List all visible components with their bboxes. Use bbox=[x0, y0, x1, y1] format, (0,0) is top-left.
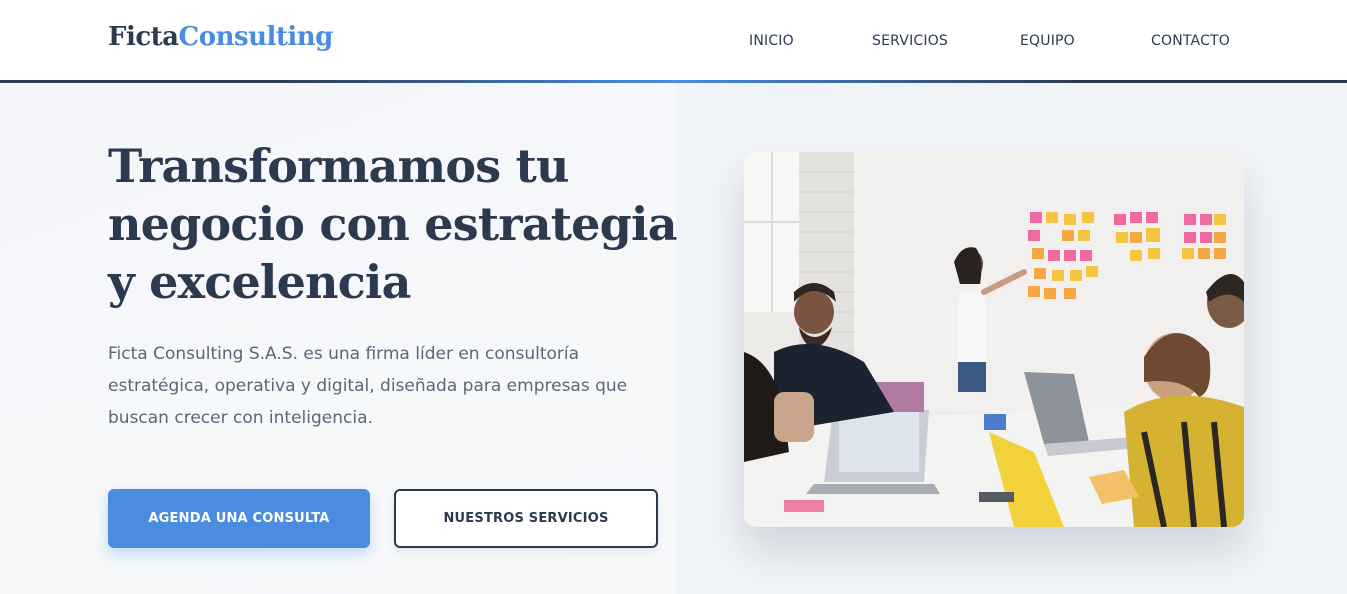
nav-contacto[interactable]: CONTACTO bbox=[1151, 33, 1230, 49]
nav-servicios[interactable]: SERVICIOS bbox=[872, 33, 948, 49]
team-meeting-photo bbox=[744, 152, 1244, 527]
hero-subtitle-line3: buscan crecer con inteligencia. bbox=[108, 408, 373, 428]
hero-title-line2: negocio con estrategia bbox=[108, 197, 678, 251]
hero-subtitle-line1: Ficta Consulting S.A.S. es una firma líd… bbox=[108, 344, 580, 364]
nav-equipo[interactable]: EQUIPO bbox=[1020, 33, 1075, 49]
brand-logo-part1: Ficta bbox=[108, 22, 179, 52]
site-header: FictaConsulting INICIO SERVICIOS EQUIPO … bbox=[0, 0, 1347, 83]
schedule-consultation-button[interactable]: AGENDA UNA CONSULTA bbox=[108, 489, 370, 548]
hero-title: Transformamos tu negocio con estrategia … bbox=[108, 137, 678, 311]
our-services-button[interactable]: NUESTROS SERVICIOS bbox=[394, 489, 658, 548]
brand-logo[interactable]: FictaConsulting bbox=[108, 22, 333, 52]
hero-title-line3: y excelencia bbox=[108, 255, 411, 309]
team-meeting-illustration bbox=[744, 152, 1244, 527]
nav-inicio[interactable]: INICIO bbox=[749, 33, 794, 49]
hero-title-line1: Transformamos tu bbox=[108, 139, 569, 193]
hero-subtitle: Ficta Consulting S.A.S. es una firma líd… bbox=[108, 338, 648, 434]
hero-subtitle-line2: estratégica, operativa y digital, diseña… bbox=[108, 376, 628, 396]
brand-logo-part2: Consulting bbox=[178, 22, 334, 52]
